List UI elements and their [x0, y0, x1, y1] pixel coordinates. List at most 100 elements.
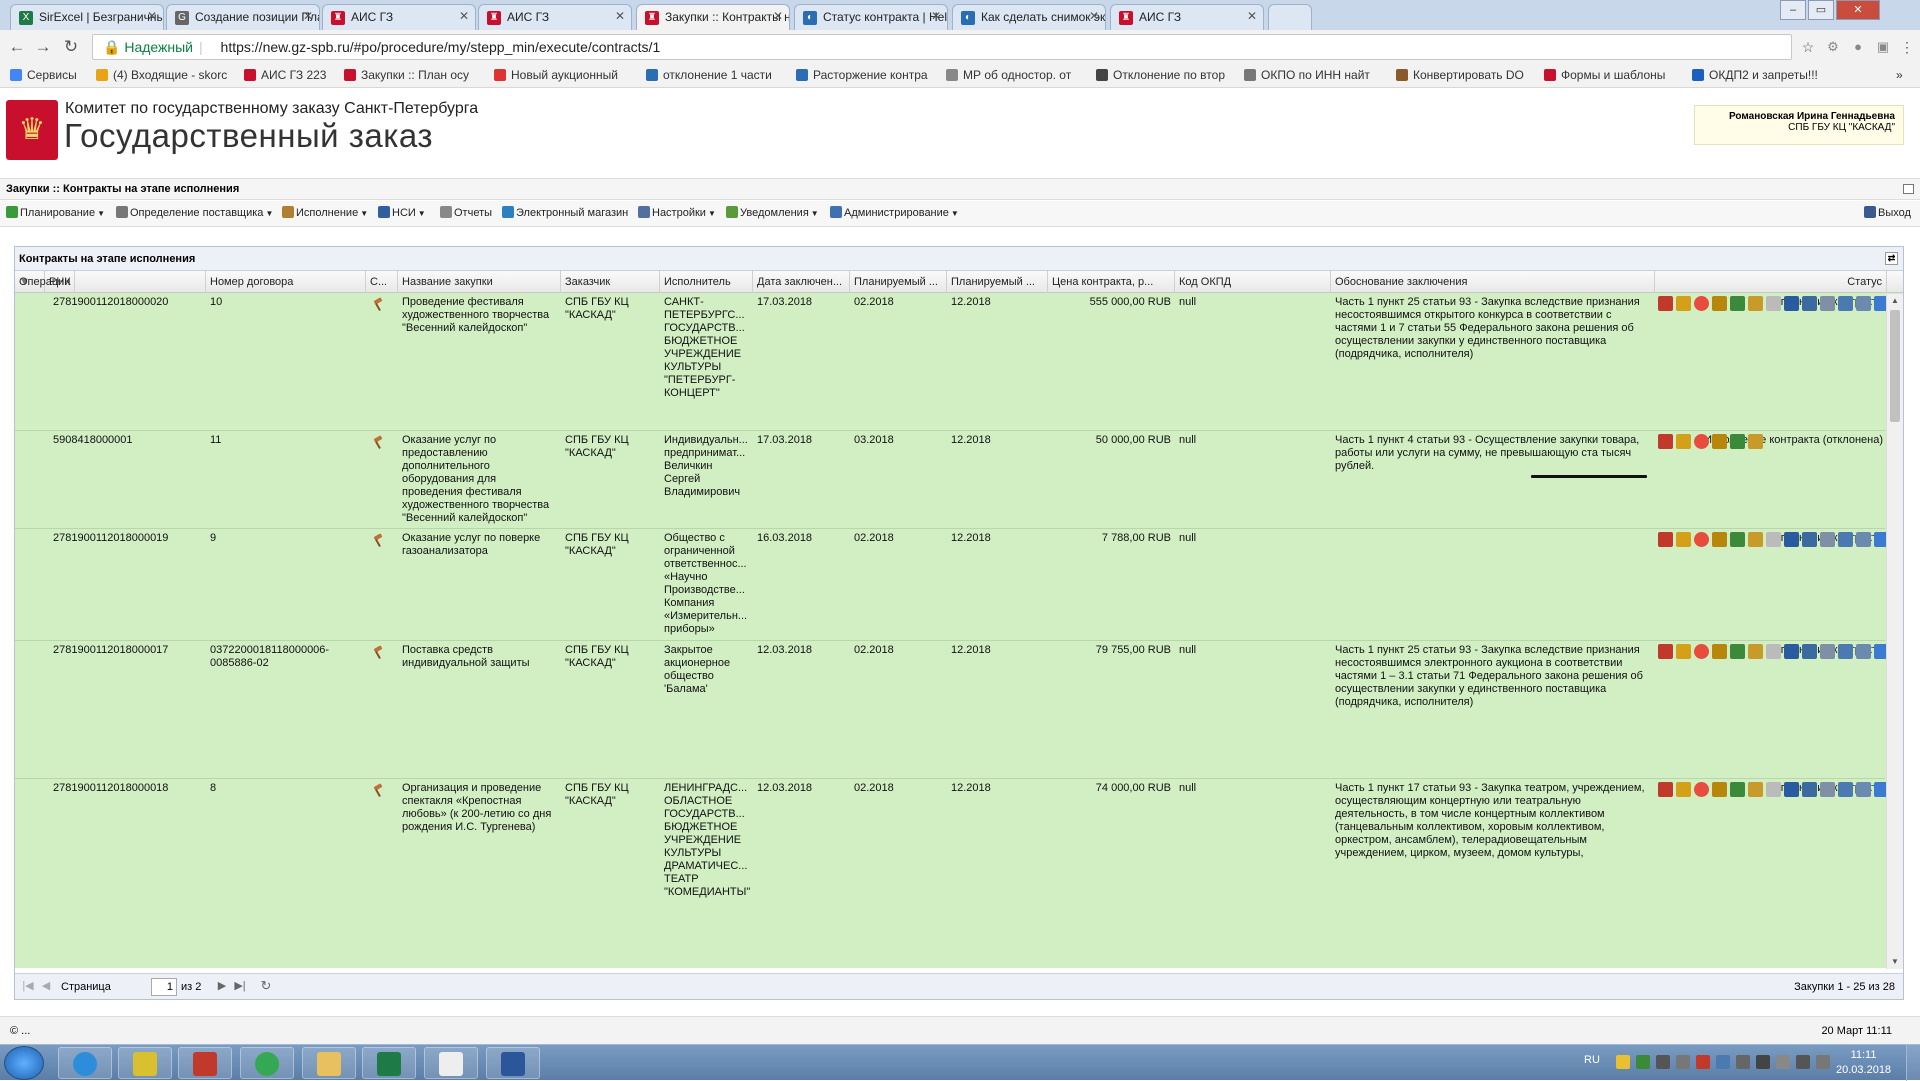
bookmark-item[interactable]: ОКПО по ИНН найт — [1244, 68, 1370, 82]
cast-icon[interactable]: ▣ — [1872, 36, 1894, 58]
operation-icon[interactable] — [1658, 296, 1673, 311]
table-row[interactable]: 2781900112018000017 0372200018118000006-0… — [15, 641, 1889, 779]
tray-icon[interactable] — [1616, 1055, 1630, 1069]
operation-icon[interactable] — [1838, 782, 1853, 797]
scroll-up-icon[interactable]: ▲ — [1887, 294, 1903, 308]
operation-icon[interactable] — [1802, 782, 1817, 797]
operation-icon[interactable] — [1820, 532, 1835, 547]
operation-icon[interactable] — [1694, 296, 1709, 311]
operation-icon[interactable] — [1694, 434, 1709, 449]
operation-icon[interactable] — [1676, 782, 1691, 797]
operation-icon[interactable] — [1676, 532, 1691, 547]
operation-icon[interactable] — [1676, 644, 1691, 659]
operation-icon[interactable] — [1856, 532, 1871, 547]
tray-icon[interactable] — [1816, 1055, 1830, 1069]
bookmark-item[interactable]: АИС ГЗ 223 — [244, 68, 326, 82]
operation-icon[interactable] — [1820, 644, 1835, 659]
show-desktop-button[interactable] — [1906, 1045, 1920, 1081]
operation-icon[interactable] — [1658, 532, 1673, 547]
column-header[interactable]: Планируемый ... — [947, 271, 1048, 293]
table-row[interactable]: 2781900112018000018 8 Организация и провед… — [15, 779, 1889, 968]
extension-icon[interactable]: ⚙ — [1822, 36, 1844, 58]
taskbar-app-word[interactable] — [486, 1047, 540, 1079]
url-input[interactable]: 🔒 Надежный | https://new.gz-spb.ru/#po/pr… — [92, 34, 1792, 60]
operation-icon[interactable] — [1676, 296, 1691, 311]
first-page-icon[interactable]: |◀ — [21, 979, 35, 993]
operation-icon[interactable] — [1712, 532, 1727, 547]
column-header[interactable]: Цена контракта, р... — [1048, 271, 1175, 293]
operation-icon[interactable] — [1802, 644, 1817, 659]
browser-tab[interactable]: ♜ АИС ГЗ ✕ — [478, 4, 632, 30]
operation-icon[interactable] — [1784, 644, 1799, 659]
tab-close-icon[interactable]: ✕ — [931, 9, 941, 23]
grid-tools-icon[interactable]: ⇄ — [1885, 252, 1898, 265]
reload-button[interactable]: ↻ — [60, 36, 82, 58]
last-page-icon[interactable]: ▶| — [233, 979, 247, 993]
column-header[interactable]: Номер договора — [206, 271, 366, 293]
operation-icon[interactable] — [1694, 532, 1709, 547]
browser-tab[interactable]: ◐ Статус контракта | Help ✕ — [794, 4, 948, 30]
operation-icon[interactable] — [1748, 434, 1763, 449]
bookmark-item[interactable]: Новый аукционный — [494, 68, 618, 82]
tab-close-icon[interactable]: ✕ — [303, 9, 313, 23]
operation-icon[interactable] — [1730, 296, 1745, 311]
menu-item[interactable]: Уведомления ▼ — [726, 206, 819, 219]
scroll-thumb[interactable] — [1890, 310, 1900, 422]
operation-icon[interactable] — [1658, 644, 1673, 659]
column-header[interactable]: Заказчик — [561, 271, 660, 293]
table-row[interactable]: 2781900112018000020 10 Проведение фестивал… — [15, 293, 1889, 431]
maximize-button[interactable]: ▭ — [1808, 0, 1834, 20]
column-header[interactable]: Статус — [1655, 271, 1887, 293]
operation-icon[interactable] — [1748, 782, 1763, 797]
operation-icon[interactable] — [1730, 532, 1745, 547]
operation-icon[interactable] — [1694, 782, 1709, 797]
menu-item[interactable]: Отчеты — [440, 206, 492, 219]
menu-item[interactable]: Администрирование ▼ — [830, 206, 959, 219]
taskbar-app-chrome[interactable] — [240, 1047, 294, 1079]
back-button[interactable]: ← — [6, 36, 28, 58]
tray-icon[interactable] — [1736, 1055, 1750, 1069]
collapse-icon[interactable] — [1903, 184, 1914, 194]
tray-icon[interactable] — [1756, 1055, 1770, 1069]
operation-icon[interactable] — [1856, 644, 1871, 659]
bookmark-item[interactable]: отклонение 1 части — [646, 68, 772, 82]
operation-icon[interactable] — [1802, 532, 1817, 547]
exit-button[interactable]: Выход — [1864, 206, 1911, 219]
browser-tab[interactable]: X SirExcel | Безграничные ✕ — [10, 4, 164, 30]
operation-icon[interactable] — [1712, 782, 1727, 797]
tray-icon[interactable] — [1676, 1055, 1690, 1069]
tab-close-icon[interactable]: ✕ — [615, 9, 625, 23]
operation-icon[interactable] — [1820, 296, 1835, 311]
column-header[interactable]: С... — [366, 271, 398, 293]
operation-icon[interactable] — [1730, 434, 1745, 449]
start-button[interactable] — [4, 1046, 44, 1080]
close-window-button[interactable]: ✕ — [1836, 0, 1880, 20]
tab-close-icon[interactable]: ✕ — [1089, 9, 1099, 23]
operation-icon[interactable] — [1802, 296, 1817, 311]
taskbar-app-excel[interactable] — [362, 1047, 416, 1079]
operation-icon[interactable] — [1766, 644, 1781, 659]
tray-icon[interactable] — [1656, 1055, 1670, 1069]
operation-icon[interactable] — [1838, 532, 1853, 547]
menu-item[interactable]: Настройки ▼ — [638, 206, 716, 219]
table-row[interactable]: 2781900112018000019 9 Оказание услуг по по… — [15, 529, 1889, 641]
menu-item[interactable]: НСИ ▼ — [378, 206, 426, 219]
operation-icon[interactable] — [1856, 782, 1871, 797]
prev-page-icon[interactable]: ◀ — [39, 979, 53, 993]
tray-icon[interactable] — [1776, 1055, 1790, 1069]
browser-tab[interactable]: ♜ АИС ГЗ ✕ — [322, 4, 476, 30]
operation-icon[interactable] — [1856, 296, 1871, 311]
operation-icon[interactable] — [1766, 296, 1781, 311]
profile-icon[interactable]: ● — [1847, 36, 1869, 58]
bookmark-item[interactable]: Формы и шаблоны — [1544, 68, 1665, 82]
column-header[interactable]: Операции — [15, 271, 76, 293]
operation-icon[interactable] — [1838, 296, 1853, 311]
next-page-icon[interactable]: ▶ — [215, 979, 229, 993]
new-tab-button[interactable] — [1268, 4, 1312, 30]
table-row[interactable]: 5908418000001 11 Оказание услуг по предост… — [15, 431, 1885, 529]
bookmark-item[interactable]: МР об одностор. от — [946, 68, 1071, 82]
menu-item[interactable]: Планирование ▼ — [6, 206, 105, 219]
operation-icon[interactable] — [1676, 434, 1691, 449]
operation-icon[interactable] — [1712, 644, 1727, 659]
browser-tab[interactable]: ◐ Как сделать снимок экр ✕ — [952, 4, 1106, 30]
